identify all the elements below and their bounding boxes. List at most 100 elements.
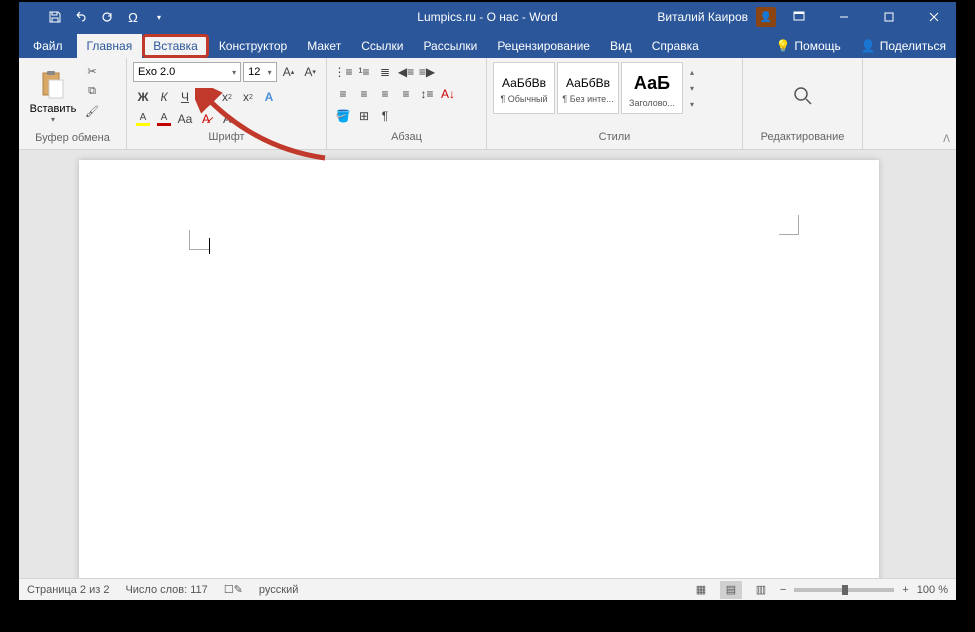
minimize-button[interactable]	[821, 2, 866, 32]
user-name-label: Виталий Каиров	[657, 10, 748, 24]
undo-icon[interactable]	[73, 9, 89, 25]
numbering-icon: ¹≡	[359, 65, 370, 79]
strikethrough-button[interactable]: abc	[196, 87, 216, 107]
document-area[interactable]	[19, 150, 956, 578]
italic-button[interactable]: К	[154, 87, 174, 107]
text-cursor	[209, 238, 210, 254]
spellcheck-icon[interactable]: ☐✎	[224, 583, 243, 596]
font-size-combo[interactable]: 12▾	[243, 62, 277, 82]
more-icon: ▾	[690, 97, 694, 111]
zoom-in-button[interactable]: +	[902, 584, 908, 596]
tab-design[interactable]: Конструктор	[209, 34, 297, 58]
tab-help[interactable]: Справка	[642, 34, 709, 58]
tab-tellme[interactable]: 💡Помощь	[765, 34, 850, 58]
format-painter-button[interactable]: 🖌	[83, 102, 101, 120]
style-heading[interactable]: АаБ Заголово...	[621, 62, 683, 114]
multilevel-button[interactable]: ≣	[375, 62, 395, 82]
ribbon-tabs: Файл Главная Вставка Конструктор Макет С…	[19, 32, 956, 58]
decrease-indent-button[interactable]: ◀≡	[396, 62, 416, 82]
redo-icon[interactable]	[99, 9, 115, 25]
character-border-button[interactable]: A	[217, 109, 237, 129]
tab-layout[interactable]: Макет	[297, 34, 351, 58]
align-left-icon: ≡	[339, 87, 346, 101]
ribbon-display-button[interactable]	[776, 2, 821, 32]
zoom-level[interactable]: 100 %	[917, 584, 948, 596]
tab-references[interactable]: Ссылки	[351, 34, 413, 58]
paste-label: Вставить	[30, 103, 77, 115]
shrink-font-button[interactable]: A▾	[300, 62, 320, 82]
tab-review[interactable]: Рецензирование	[487, 34, 600, 58]
tab-view[interactable]: Вид	[600, 34, 642, 58]
web-layout-button[interactable]: ▥	[750, 581, 772, 599]
bold-button[interactable]: Ж	[133, 87, 153, 107]
font-name-combo[interactable]: Exo 2.0▾	[133, 62, 241, 82]
word-count[interactable]: Число слов: 117	[125, 584, 207, 596]
qat-customize-icon[interactable]: ▾	[151, 9, 167, 25]
titlebar: Ω ▾ Lumpics.ru - О нас - Word Виталий Ка…	[19, 2, 956, 32]
paragraph-group-label: Абзац	[331, 131, 482, 147]
tab-home[interactable]: Главная	[77, 34, 143, 58]
style-preview-text: АаБбВв	[498, 72, 550, 94]
clear-formatting-button[interactable]: A̷	[196, 109, 216, 129]
underline-button[interactable]: Ч	[175, 87, 195, 107]
line-spacing-button[interactable]: ↕≡	[417, 84, 437, 104]
document-page[interactable]	[79, 160, 879, 578]
increase-indent-button[interactable]: ≡▶	[417, 62, 437, 82]
save-icon[interactable]	[47, 9, 63, 25]
bullets-button[interactable]: ⋮≡	[333, 62, 353, 82]
align-left-button[interactable]: ≡	[333, 84, 353, 104]
align-right-icon: ≡	[381, 87, 388, 101]
align-center-icon: ≡	[360, 87, 367, 101]
margin-guide	[189, 230, 209, 250]
tab-file[interactable]: Файл	[19, 34, 77, 58]
zoom-slider[interactable]	[794, 588, 894, 592]
tab-share[interactable]: 👤Поделиться	[851, 34, 956, 58]
zoom-thumb[interactable]	[842, 585, 848, 595]
line-spacing-icon: ↕≡	[420, 87, 433, 101]
maximize-button[interactable]	[866, 2, 911, 32]
highlight-button[interactable]: A	[133, 109, 153, 129]
chevron-down-icon: ▾	[690, 81, 694, 95]
tab-insert[interactable]: Вставка	[142, 34, 209, 58]
page-indicator[interactable]: Страница 2 из 2	[27, 584, 109, 596]
align-right-button[interactable]: ≡	[375, 84, 395, 104]
zoom-out-button[interactable]: −	[780, 584, 786, 596]
grow-font-button[interactable]: A▴	[279, 62, 299, 82]
print-layout-button[interactable]: ▤	[720, 581, 742, 599]
language-indicator[interactable]: русский	[259, 584, 298, 596]
shading-button[interactable]: 🪣	[333, 106, 353, 126]
styles-gallery-more[interactable]: ▴ ▾ ▾	[685, 62, 699, 114]
sort-button[interactable]: A↓	[438, 84, 458, 104]
style-name-label: ¶ Без инте...	[558, 94, 618, 104]
justify-button[interactable]: ≡	[396, 84, 416, 104]
tab-mailings[interactable]: Рассылки	[413, 34, 487, 58]
close-button[interactable]	[911, 2, 956, 32]
numbering-button[interactable]: ¹≡	[354, 62, 374, 82]
font-size-value: 12	[248, 66, 260, 78]
group-clipboard: Вставить ▾ ✂ ⧉ 🖌 Буфер обмена	[19, 58, 127, 149]
cut-button[interactable]: ✂	[83, 62, 101, 80]
ribbon: Вставить ▾ ✂ ⧉ 🖌 Буфер обмена Exo 2.0▾ 1…	[19, 58, 956, 150]
subscript-button[interactable]: x2	[217, 87, 237, 107]
borders-button[interactable]: ⊞	[354, 106, 374, 126]
lightbulb-icon: 💡	[775, 39, 790, 53]
highlight-color-swatch	[136, 123, 150, 126]
collapse-ribbon-button[interactable]: ᐱ	[943, 134, 950, 145]
font-color-button[interactable]: A	[154, 109, 174, 129]
show-marks-button[interactable]: ¶	[375, 106, 395, 126]
copy-button[interactable]: ⧉	[83, 82, 101, 100]
superscript-button[interactable]: x2	[238, 87, 258, 107]
window-controls	[776, 2, 956, 32]
user-info[interactable]: Виталий Каиров 👤	[657, 7, 776, 27]
read-mode-button[interactable]: ▦	[690, 581, 712, 599]
change-case-button[interactable]: Aa	[175, 109, 195, 129]
text-effects-button[interactable]: A	[259, 87, 279, 107]
style-preview-text: АаБ	[630, 69, 674, 98]
align-center-button[interactable]: ≡	[354, 84, 374, 104]
style-no-spacing[interactable]: АаБбВв ¶ Без инте...	[557, 62, 619, 114]
paste-button[interactable]: Вставить ▾	[25, 62, 81, 130]
style-normal[interactable]: АаБбВв ¶ Обычный	[493, 62, 555, 114]
symbol-icon[interactable]: Ω	[125, 9, 141, 25]
chevron-down-icon: ▾	[232, 68, 236, 77]
find-button[interactable]	[783, 76, 823, 116]
